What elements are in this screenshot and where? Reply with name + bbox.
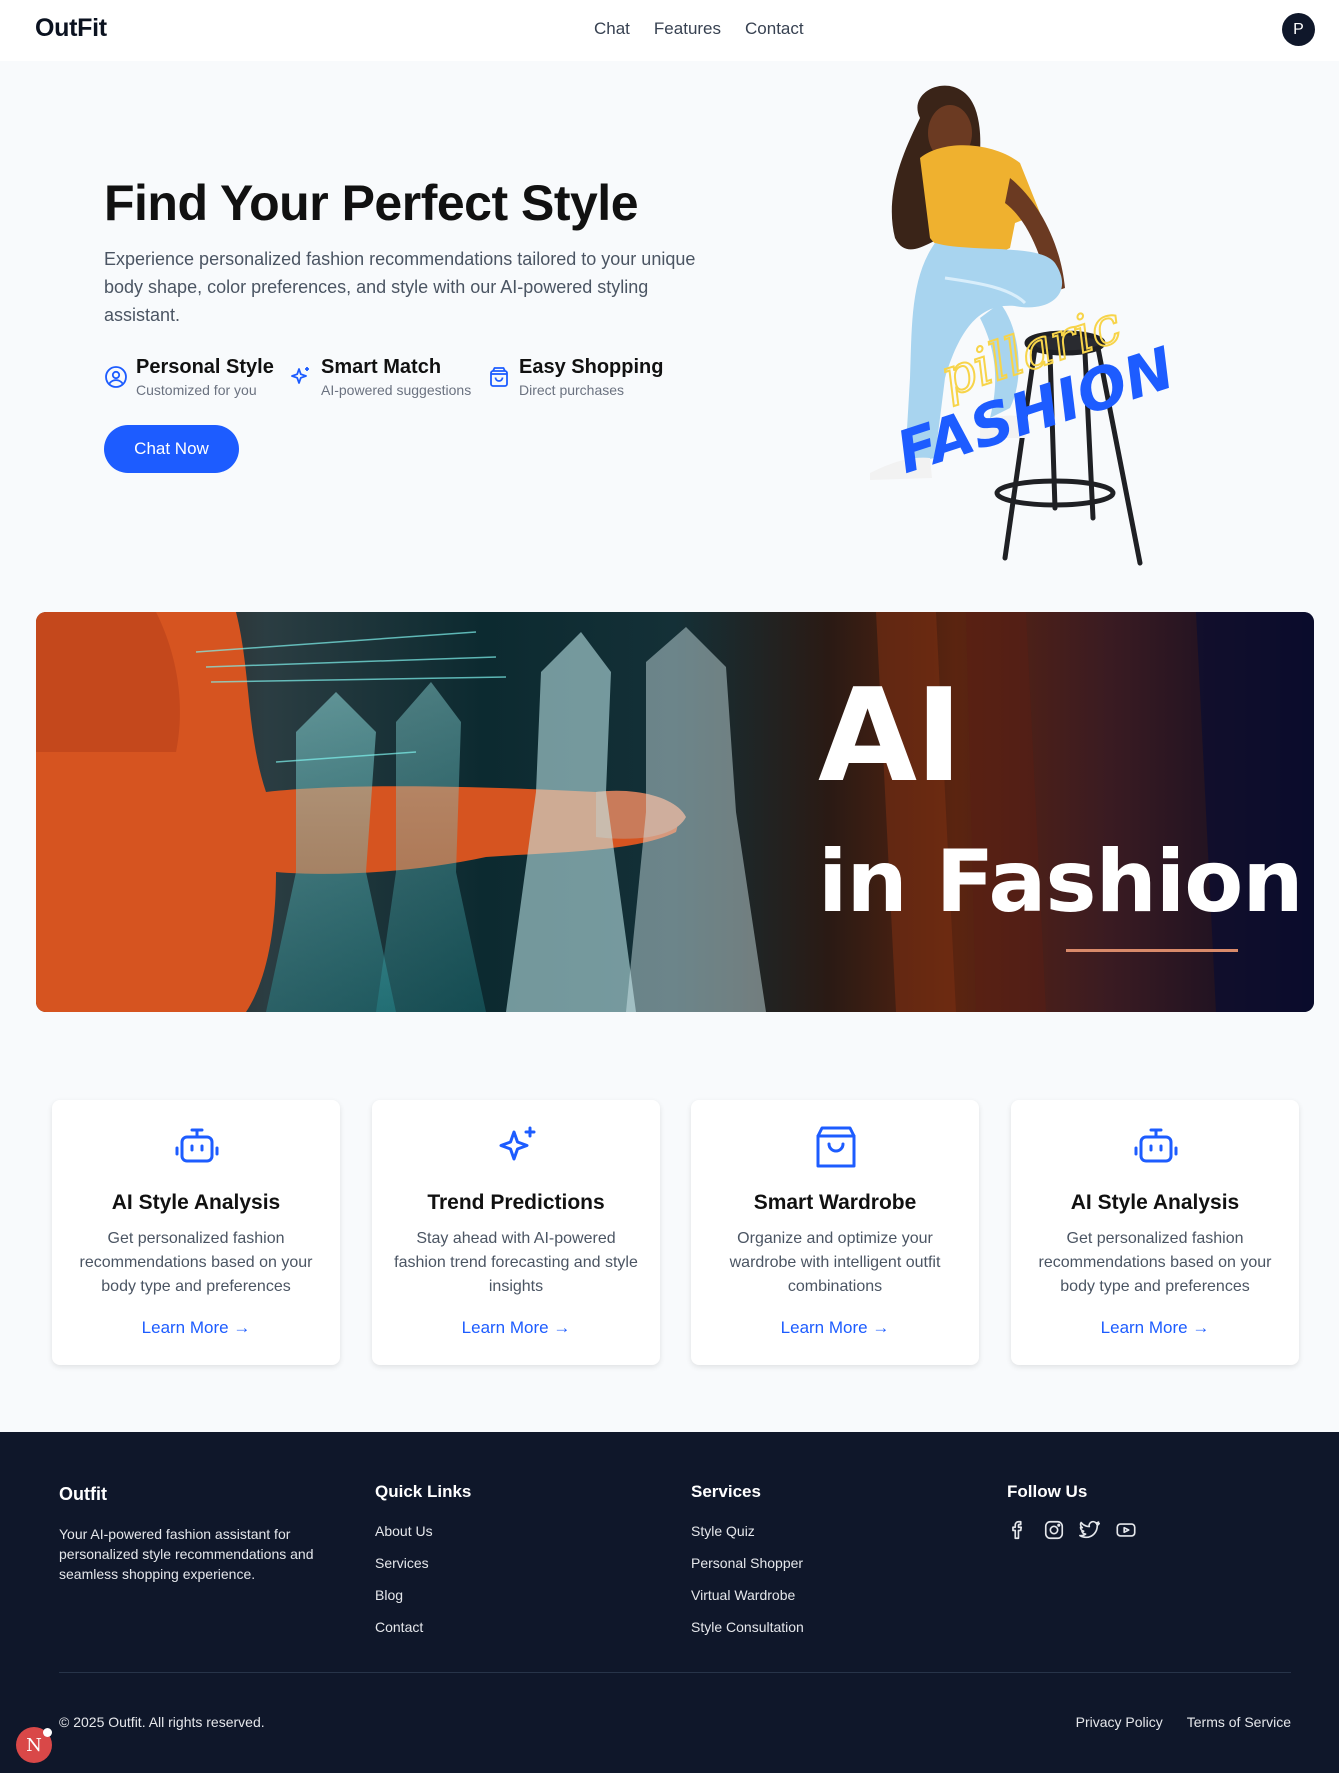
nav-link-contact[interactable]: Contact [745,19,804,39]
footer-services: Style Quiz Personal Shopper Virtual Ward… [691,1523,804,1651]
shopping-bag-icon [816,1126,856,1168]
footer-social-links [1007,1519,1137,1541]
youtube-icon[interactable] [1115,1519,1137,1541]
feature-subtitle: Customized for you [136,382,257,398]
footer-link-virtual-wardrobe[interactable]: Virtual Wardrobe [691,1587,804,1619]
nav-link-chat[interactable]: Chat [594,19,630,39]
learn-more-link[interactable]: Learn More → [691,1318,979,1338]
footer-quick-links: About Us Services Blog Contact [375,1523,433,1651]
nav-links: Chat Features Contact [594,19,804,39]
feature-subtitle: AI-powered suggestions [321,382,472,398]
card-description: Organize and optimize your wardrobe with… [729,1230,941,1295]
footer-link-contact[interactable]: Contact [375,1619,433,1651]
learn-more-link[interactable]: Learn More → [372,1318,660,1338]
terms-of-service-link[interactable]: Terms of Service [1187,1714,1291,1730]
twitter-icon[interactable] [1079,1519,1101,1541]
facebook-icon[interactable] [1007,1519,1029,1541]
site-footer: Outfit Your AI-powered fashion assistant… [0,1432,1339,1773]
hero-title: Find Your Perfect Style [104,175,639,231]
card-description: Get personalized fashion recommendations… [79,1230,313,1295]
shopping-bag-icon [490,367,508,387]
hero-subtitle: Experience personalized fashion recommen… [104,249,696,325]
banner-background-image [36,612,1314,1012]
robot-icon [175,1128,219,1163]
learn-more-link[interactable]: Learn More → [1011,1318,1299,1338]
card-title: Trend Predictions [427,1191,605,1214]
footer-quick-links-title: Quick Links [375,1482,472,1501]
learn-more-link[interactable]: Learn More → [52,1318,340,1338]
banner-headline-ai: AI [818,662,963,811]
footer-description: Your AI-powered fashion assistant for pe… [59,1526,314,1582]
card-description: Stay ahead with AI-powered fashion trend… [394,1230,638,1295]
dev-tools-status-dot [43,1728,52,1737]
footer-follow-title: Follow Us [1007,1482,1088,1501]
banner-headline-fashion: in Fashion [818,832,1304,932]
feature-title: Smart Match [321,356,442,378]
card-title: AI Style Analysis [111,1191,281,1214]
user-circle-icon [105,366,127,388]
feature-card-ai-style-analysis: AI Style Analysis Get personalized fashi… [52,1100,340,1365]
robot-icon [1134,1128,1178,1163]
feature-subtitle: Direct purchases [519,382,625,398]
sparkles-icon [291,367,309,384]
footer-link-about[interactable]: About Us [375,1523,433,1555]
banner-underline [1066,949,1238,952]
feature-title: Personal Style [136,356,274,378]
hero-fashion-image: FASHION pillaric [870,85,1182,566]
nav-link-features[interactable]: Features [654,19,721,39]
sparkles-icon [499,1126,536,1161]
feature-smart-match: Smart Match AI-powered suggestions [289,354,471,398]
feature-card-trend-predictions: Trend Predictions Stay ahead with AI-pow… [372,1100,660,1365]
feature-personal-style: Personal Style Customized for you [104,354,274,398]
footer-link-services[interactable]: Services [375,1555,433,1587]
feature-title: Easy Shopping [519,356,664,378]
footer-copyright: © 2025 Outfit. All rights reserved. [59,1714,265,1730]
chat-now-button[interactable]: Chat Now [104,425,239,473]
feature-card-ai-style-analysis-2: AI Style Analysis Get personalized fashi… [1011,1100,1299,1365]
footer-link-style-consultation[interactable]: Style Consultation [691,1619,804,1651]
footer-legal-links: Privacy Policy Terms of Service [1076,1714,1291,1730]
instagram-icon[interactable] [1043,1519,1065,1541]
footer-brand: Outfit [59,1484,107,1504]
privacy-policy-link[interactable]: Privacy Policy [1076,1714,1163,1730]
ai-fashion-banner: AI in Fashion [36,612,1314,1012]
top-navbar: OutFit Chat Features Contact P [0,0,1339,61]
feature-easy-shopping: Easy Shopping Direct purchases [487,354,663,398]
feature-card-smart-wardrobe: Smart Wardrobe Organize and optimize you… [691,1100,979,1365]
card-title: AI Style Analysis [1070,1191,1240,1214]
card-title: Smart Wardrobe [753,1191,917,1214]
footer-services-title: Services [691,1482,761,1501]
footer-link-personal-shopper[interactable]: Personal Shopper [691,1555,804,1587]
logo[interactable]: OutFit [35,14,107,43]
user-avatar[interactable]: P [1282,13,1315,46]
footer-link-style-quiz[interactable]: Style Quiz [691,1523,804,1555]
footer-divider [59,1672,1291,1673]
card-description: Get personalized fashion recommendations… [1038,1230,1272,1295]
footer-link-blog[interactable]: Blog [375,1587,433,1619]
